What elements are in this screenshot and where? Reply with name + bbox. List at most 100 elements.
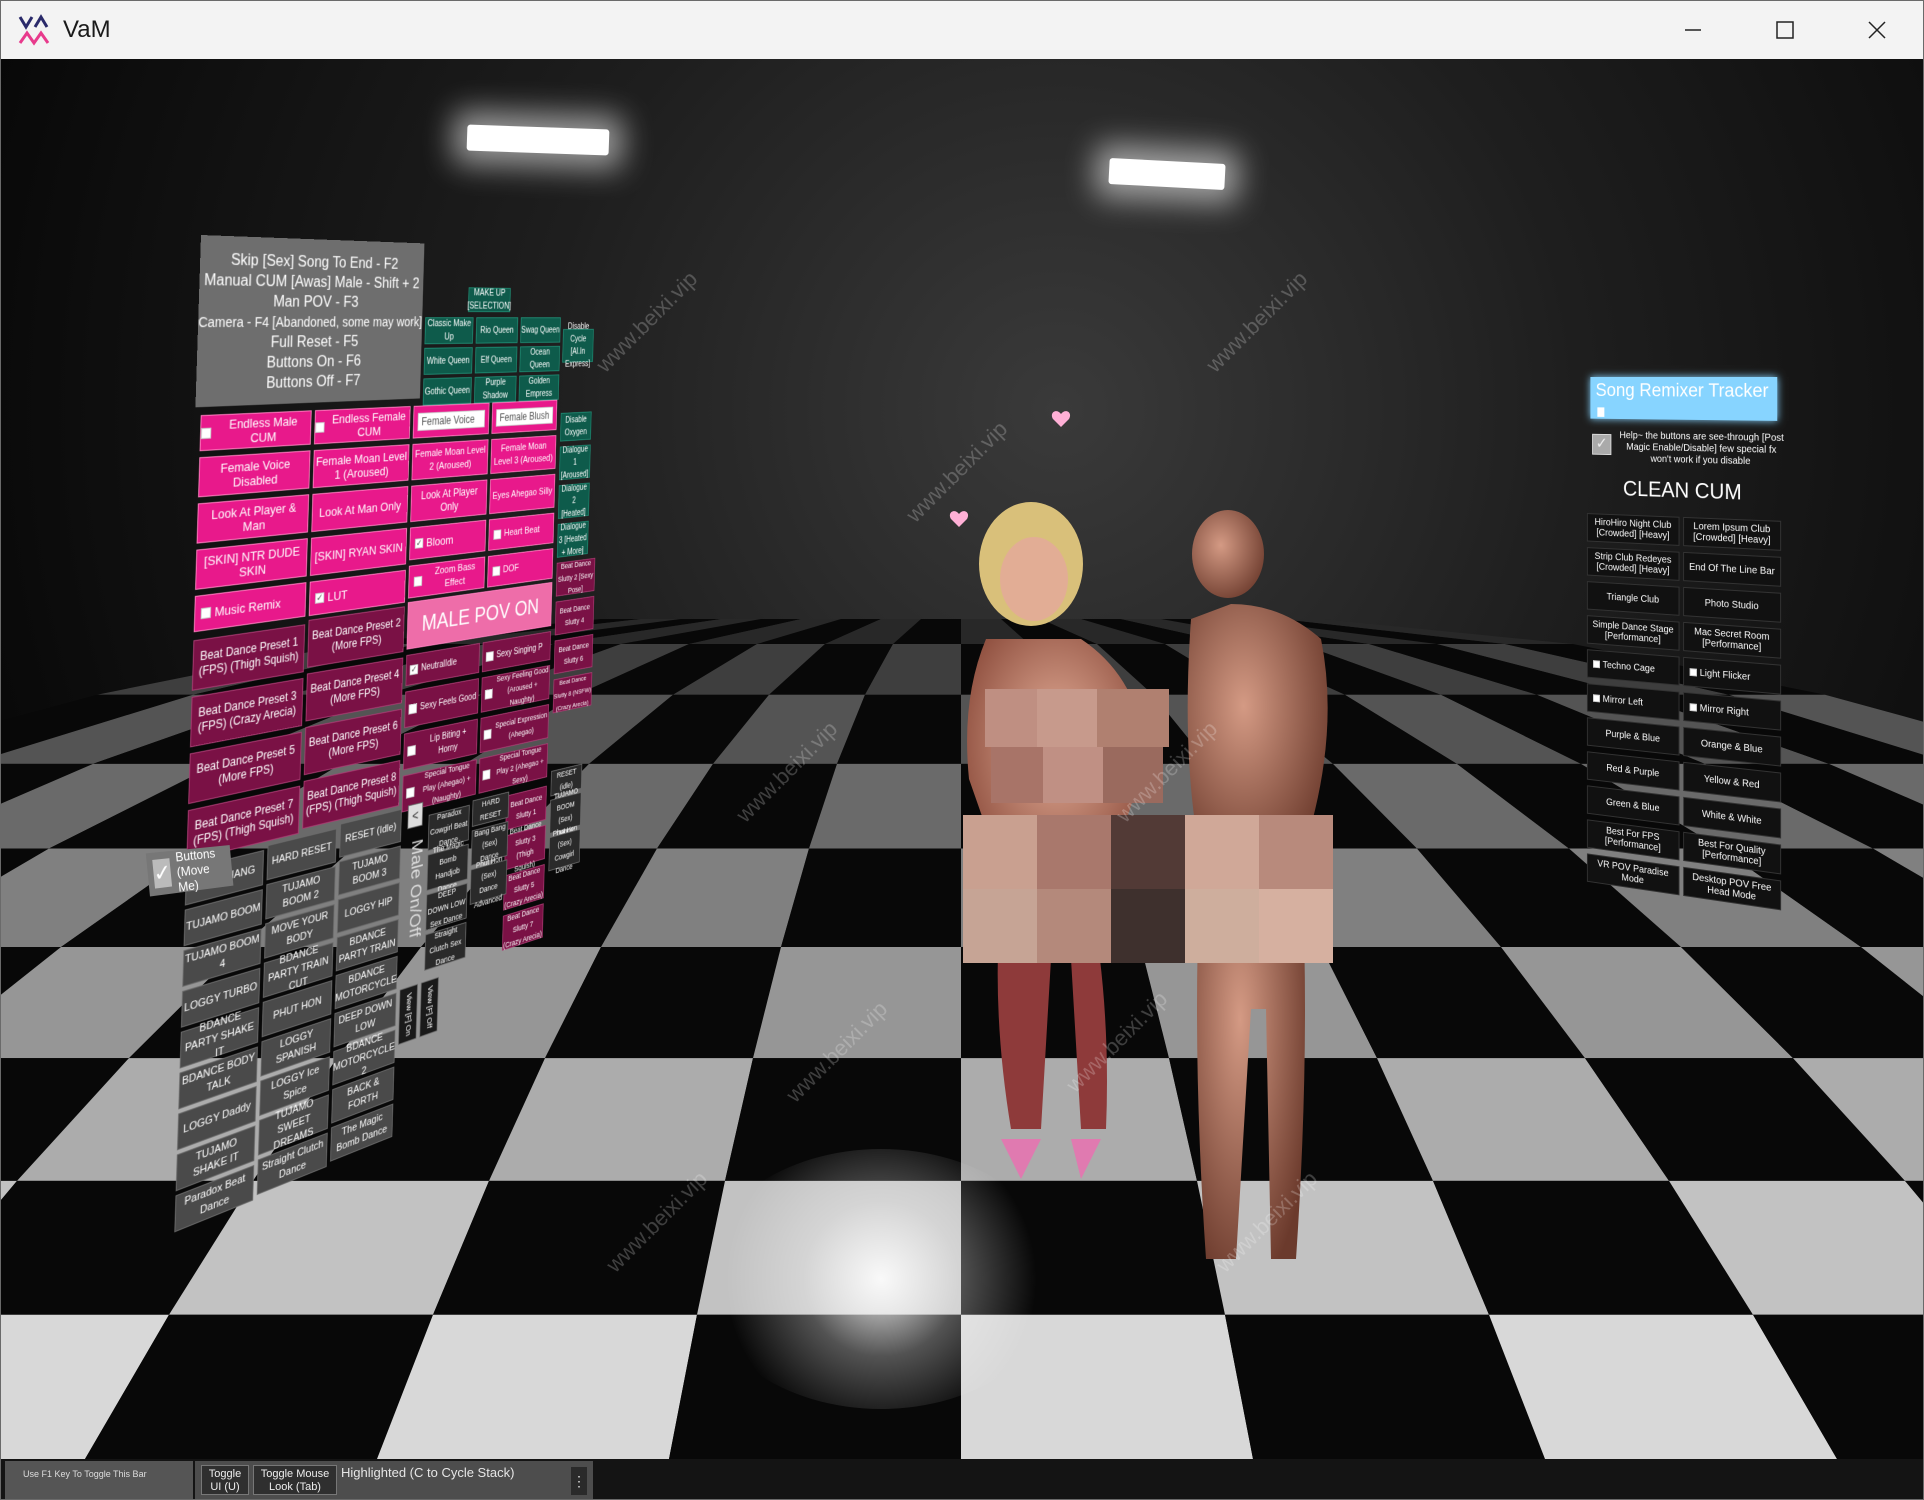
checkbox[interactable] [201, 606, 212, 618]
checkbox[interactable] [1690, 703, 1697, 711]
disable-oxygen-button[interactable]: Disable Oxygen [560, 411, 592, 441]
dialogue-3-button[interactable]: Dialogue 3 [Heated + More] [557, 521, 589, 558]
checkbox-checked[interactable]: ✓ [415, 537, 424, 548]
endless-male-toggle[interactable]: Endless Male CUM [200, 410, 312, 451]
mirror-right-toggle[interactable]: Mirror Right [1683, 692, 1781, 731]
toggle-label: Zoom Bass Effect [425, 559, 485, 593]
checkmark-icon[interactable]: ✓ [152, 858, 172, 888]
view-on-button[interactable]: View [F] On [398, 984, 418, 1045]
toggle-label: LUT [327, 587, 347, 604]
dialogue-1-button[interactable]: Dialogue 1 [Aroused] [559, 445, 591, 481]
makeup-ocean-button[interactable]: Ocean Queen [519, 346, 560, 372]
phut-hon-sex-button[interactable]: Phut Hon (Sex) Dance Advanced [470, 859, 508, 905]
music-remix-toggle[interactable]: Music Remix [194, 582, 307, 632]
checkbox[interactable] [201, 427, 211, 439]
checkbox[interactable] [414, 575, 423, 586]
dance-slutty-8-button[interactable]: Beat Dance Slutty 8 (NSFW) (Crazy Arecia… [553, 672, 592, 713]
makeup-rio-button[interactable]: Rio Queen [476, 317, 519, 343]
bloom-toggle[interactable]: ✓ Bloom [409, 520, 486, 561]
checkbox-checked[interactable]: ✓ [410, 664, 419, 675]
checkbox[interactable] [482, 769, 490, 780]
checkbox[interactable] [485, 688, 493, 699]
checkbox[interactable] [315, 422, 324, 433]
maximize-button[interactable] [1739, 1, 1831, 59]
toggle-label: Special Tongue Play 2 (Ahegao + Sexy) [493, 741, 548, 792]
heart-beat-toggle[interactable]: Heart Beat [488, 513, 554, 551]
dof-toggle[interactable]: DOF [487, 548, 553, 587]
checkbox[interactable] [406, 786, 415, 798]
checkbox[interactable] [407, 744, 416, 756]
scene-end-of-line-button[interactable]: End Of The Line Bar [1683, 552, 1781, 587]
lights-yellow-red-button[interactable]: Yellow & Red [1683, 762, 1781, 803]
close-button[interactable] [1831, 1, 1923, 59]
toggle-ui-button[interactable]: Toggle UI (U) [201, 1465, 249, 1495]
checkbox[interactable] [408, 703, 417, 715]
scene-dance-stage-button[interactable]: Simple Dance Stage [Performance] [1587, 615, 1680, 651]
lights-orange-blue-button[interactable]: Orange & Blue [1683, 727, 1781, 767]
checkbox[interactable] [484, 728, 492, 739]
more-menu-button[interactable]: ⋮ [571, 1467, 587, 1495]
lights-purple-blue-button[interactable]: Purple & Blue [1587, 717, 1680, 755]
bottom-bar: Use F1 Key To Toggle This Bar Toggle UI … [1, 1459, 1923, 1500]
best-fps-button[interactable]: Best For FPS [Performance] [1587, 819, 1680, 860]
clean-cum-button[interactable]: CLEAN CUM [1592, 475, 1775, 506]
makeup-white-button[interactable]: White Queen [424, 347, 473, 375]
checkbox[interactable] [492, 565, 500, 576]
female-moan-1-button[interactable]: Female Moan Level 1 (Aroused) [313, 444, 410, 488]
look-man-only-button[interactable]: Look At Man Only [311, 486, 408, 532]
scene-mac-secret-button[interactable]: Mac Secret Room [Performance] [1683, 622, 1781, 659]
checkbox[interactable] [486, 651, 494, 662]
makeup-purple-shadow-button[interactable]: Purple Shadow [474, 376, 517, 404]
dialogue-2-button[interactable]: Dialogue 2 [Heated] [558, 483, 590, 519]
techno-cage-toggle[interactable]: Techno Cage [1587, 649, 1680, 686]
scene-photo-studio-button[interactable]: Photo Studio [1683, 587, 1781, 623]
toggle-mouse-look-button[interactable]: Toggle Mouse Look (Tab) [253, 1465, 337, 1495]
look-player-only-button[interactable]: Look At Player Only [410, 479, 487, 522]
makeup-swag-button[interactable]: Swag Queen [520, 317, 561, 343]
scene-triangle-club-button[interactable]: Triangle Club [1587, 581, 1680, 616]
checkbox[interactable] [1593, 660, 1600, 668]
makeup-classic-button[interactable]: Classic Make Up [424, 317, 473, 344]
female-voice-disabled-button[interactable]: Female Voice Disabled [198, 450, 310, 497]
makeup-elf-button[interactable]: Elf Queen [475, 347, 518, 374]
f1-hint[interactable]: Use F1 Key To Toggle This Bar [5, 1461, 193, 1499]
light-flicker-toggle[interactable]: Light Flicker [1683, 657, 1781, 695]
lights-white-white-button[interactable]: White & White [1683, 797, 1781, 839]
checkbox[interactable] [1690, 668, 1697, 676]
checkbox[interactable] [493, 529, 501, 539]
desktop-pov-button[interactable]: Desktop POV Free Head Mode [1683, 867, 1781, 911]
vr-pov-button[interactable]: VR POV Paradise Mode [1587, 853, 1680, 895]
makeup-golden-empress-button[interactable]: Golden Empress [519, 374, 560, 401]
checkbox-checked[interactable]: ✓ [315, 592, 324, 604]
phut-hon-cowgirl-button[interactable]: Phut Hon (Sex) Cowgirl Dance [548, 829, 580, 872]
female-moan-3-button[interactable]: Female Moan Level 3 (Aroused) [490, 435, 556, 474]
endless-female-toggle[interactable]: Endless Female CUM [314, 406, 411, 444]
view-off-button[interactable]: View [F] Off [419, 977, 438, 1038]
help-checkbox[interactable]: ✓ [1592, 434, 1611, 455]
scene-strip-club-button[interactable]: Strip Club Redeyes [Crowded] [Heavy] [1587, 547, 1680, 581]
disable-cycle-button[interactable]: Disable Cycle [Al.In Express] [562, 329, 594, 363]
lights-green-blue-button[interactable]: Green & Blue [1587, 785, 1680, 825]
male-onoff-label[interactable]: Male On/Off [398, 837, 425, 981]
skin-ryan-button[interactable]: [SKIN] RYAN SKIN [310, 528, 407, 576]
buttons-move-handle[interactable]: ✓ Buttons (Move Me) [146, 845, 234, 896]
scene-lorem-club-button[interactable]: Lorem Ipsum Club [Crowded] [Heavy] [1683, 517, 1781, 551]
tracker-progress [1597, 407, 1604, 417]
mirror-left-toggle[interactable]: Mirror Left [1587, 683, 1680, 720]
3d-viewport[interactable]: www.beixi.vip www.beixi.vip www.beixi.vi… [1, 59, 1923, 1459]
look-player-man-button[interactable]: Look At Player & Man [197, 494, 310, 543]
female-moan-2-button[interactable]: Female Moan Level 2 (Aroused) [411, 439, 488, 480]
dance-slutty-4-button[interactable]: Beat Dance Slutty 4 [555, 596, 594, 636]
makeup-gothic-button[interactable]: Gothic Queen [423, 377, 472, 405]
female-blush-field[interactable]: Female Blush [496, 407, 553, 427]
skin-ntr-button[interactable]: [SKIN] NTR DUDE SKIN [195, 538, 308, 590]
lights-red-purple-button[interactable]: Red & Purple [1587, 751, 1680, 790]
collapse-arrow-button[interactable]: < [407, 802, 423, 829]
makeup-selection-title: MAKE UP [SELECTION] [468, 287, 511, 312]
minimize-button[interactable] [1647, 1, 1739, 59]
scene-hirohiro-button[interactable]: HiroHiro Night Club [Crowded] [Heavy] [1587, 513, 1680, 546]
checkbox[interactable] [1593, 694, 1600, 702]
eyes-ahegao-button[interactable]: Eyes Ahegao Silly [489, 474, 555, 514]
dance-slutty-2-button[interactable]: Beat Dance Slutty 2 [Sexy Pose] [556, 558, 595, 597]
hotkey-list: Skip [Sex] Song To End - F2 Manual CUM [… [195, 235, 424, 407]
